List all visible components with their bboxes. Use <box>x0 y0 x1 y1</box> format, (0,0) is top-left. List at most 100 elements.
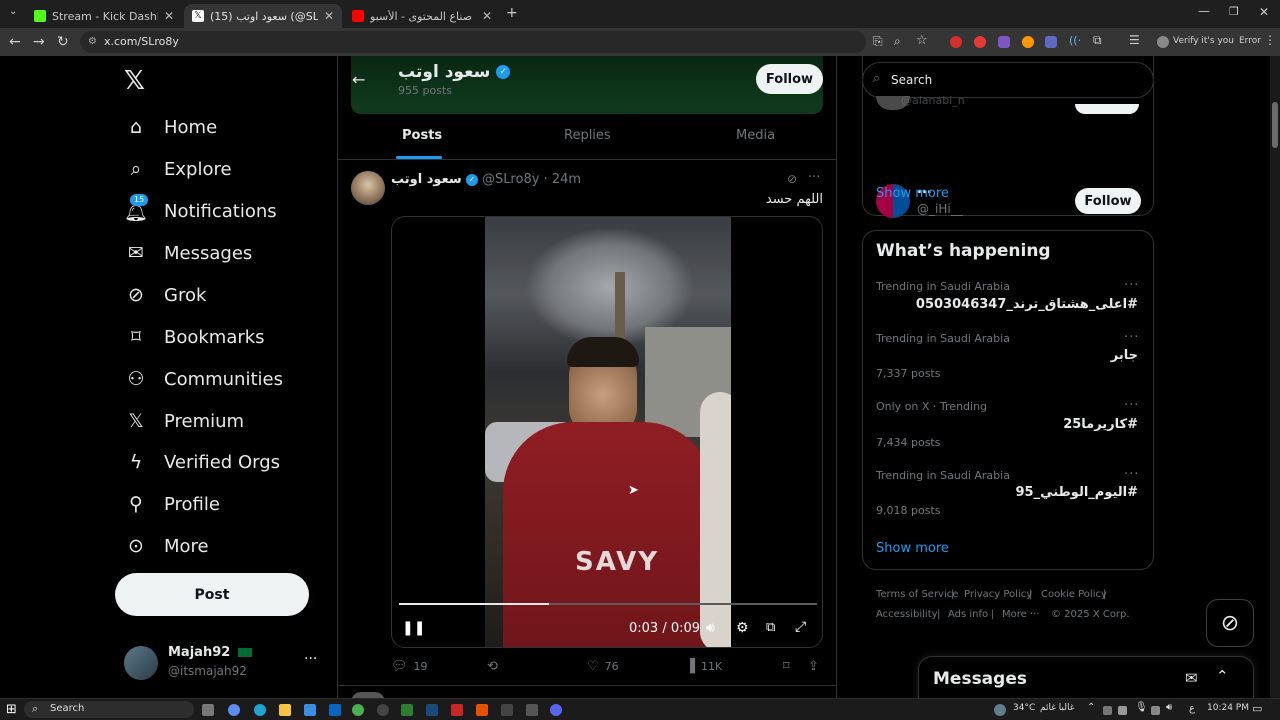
trend-more-icon[interactable]: ··· <box>1124 467 1139 482</box>
app-icon[interactable] <box>526 704 538 716</box>
close-tab-icon[interactable]: ✕ <box>324 9 334 23</box>
trend-title[interactable]: #كاريرما25 <box>1063 417 1138 432</box>
extension-red-icon[interactable] <box>950 36 962 48</box>
extension-fox-icon[interactable] <box>1022 36 1034 48</box>
repost-button[interactable]: ⟲ <box>487 659 504 674</box>
windows-start-icon[interactable]: ⊞ <box>6 702 17 717</box>
extensions-puzzle-icon[interactable]: ⧉ <box>1093 33 1102 48</box>
fullscreen-icon[interactable]: ⤢ <box>795 619 806 635</box>
views-button[interactable]: ▐ 11K <box>685 659 722 674</box>
tray-chevron-icon[interactable]: ⌃ <box>1087 702 1095 713</box>
footer-privacy-link[interactable]: Privacy Policy <box>964 589 1032 600</box>
messages-drawer[interactable]: Messages ✉ ⌃ <box>918 656 1254 698</box>
like-button[interactable]: ♡ 76 <box>587 659 619 674</box>
extension-s-icon[interactable] <box>974 36 986 48</box>
sidebar-item-explore[interactable]: ⌕ Explore <box>124 151 232 187</box>
expand-drawer-icon[interactable]: ⌃ <box>1216 667 1229 685</box>
back-icon[interactable]: ← <box>9 34 21 50</box>
tweet[interactable]: سعود اوتب ✓ @SLro8y · 24m ⊘ ··· اللهم حس… <box>338 161 836 686</box>
reply-button[interactable]: 💬︎ 19 <box>391 659 428 674</box>
account-switcher[interactable]: Majah92 @itsmajah92 ··· <box>124 643 324 683</box>
extension-f-icon[interactable] <box>1045 36 1057 48</box>
tweet-time[interactable]: · 24m <box>544 172 581 187</box>
tray-app-icon[interactable] <box>1103 706 1112 715</box>
sidebar-item-bookmarks[interactable]: ⌑ Bookmarks <box>124 319 264 355</box>
language-indicator[interactable]: ع <box>1189 703 1195 714</box>
site-info-icon[interactable]: ⚙ <box>88 31 97 53</box>
error-label[interactable]: Error <box>1239 36 1261 46</box>
trend-title[interactable]: جابر <box>1111 348 1138 363</box>
pause-icon[interactable]: ❚❚ <box>402 620 425 636</box>
chrome-icon[interactable] <box>352 704 364 716</box>
whats-happening-show-more[interactable]: Show more <box>876 541 949 556</box>
profile-avatar-icon[interactable] <box>1157 36 1169 48</box>
cast-icon[interactable]: ⎘ <box>873 34 883 49</box>
tab-kick-dashboard[interactable]: Stream - Kick Dashboard ✕ <box>26 4 182 28</box>
trend-more-icon[interactable]: ··· <box>1124 278 1139 293</box>
sidebar-item-grok[interactable]: ⊘ Grok <box>124 277 206 313</box>
edge-icon[interactable] <box>254 704 266 716</box>
outlook-icon[interactable] <box>329 704 341 716</box>
post-button[interactable]: Post <box>115 573 309 616</box>
sidebar-item-verified-orgs[interactable]: ϟ Verified Orgs <box>124 444 280 480</box>
trend-more-icon[interactable]: ··· <box>1124 398 1139 413</box>
reload-icon[interactable]: ↻ <box>57 34 69 50</box>
tab-youtube[interactable]: دوري صناع المحتوى - الأسبو ✕ <box>344 4 500 28</box>
sidebar-item-more[interactable]: ⊙ More <box>124 528 209 564</box>
tab-posts[interactable]: Posts <box>402 128 442 143</box>
new-tab-icon[interactable]: + <box>506 5 518 21</box>
restore-icon[interactable]: ❐ <box>1229 5 1239 18</box>
follow-button[interactable]: Follow <box>756 64 823 94</box>
tweet-avatar[interactable] <box>351 171 385 205</box>
new-message-icon[interactable]: ✉ <box>1185 669 1198 687</box>
back-arrow-icon[interactable]: ← <box>352 70 365 89</box>
footer-cookie-link[interactable]: Cookie Policy <box>1041 589 1107 600</box>
x-logo-icon[interactable]: 𝕏 <box>124 66 145 96</box>
file-explorer-icon[interactable] <box>279 704 291 716</box>
sidebar-item-premium[interactable]: 𝕏 Premium <box>124 403 244 439</box>
verify-label[interactable]: Verify it's you <box>1173 36 1234 46</box>
who-to-follow-show-more[interactable]: Show more <box>876 186 949 201</box>
app-icon[interactable] <box>401 704 413 716</box>
notification-center-icon[interactable]: ▭ <box>1252 702 1262 715</box>
scrollbar-track[interactable] <box>1270 56 1280 698</box>
minimize-icon[interactable]: — <box>1198 4 1210 18</box>
obs-icon[interactable] <box>377 704 389 716</box>
store-icon[interactable] <box>304 704 316 716</box>
footer-terms-link[interactable]: Terms of Service <box>876 589 958 600</box>
footer-more-link[interactable]: More ··· <box>1002 609 1040 620</box>
app-red-icon[interactable] <box>451 704 463 716</box>
zoom-icon[interactable]: ⌕ <box>894 34 901 49</box>
trend-more-icon[interactable]: ··· <box>1124 330 1139 345</box>
taskbar-search[interactable]: ⌕ Search <box>24 701 194 718</box>
footer-accessibility-link[interactable]: Accessibility <box>876 609 938 620</box>
sidebar-item-messages[interactable]: ✉ Messages <box>124 235 252 271</box>
steam-icon[interactable] <box>426 704 438 716</box>
address-bar[interactable]: ⚙ x.com/SLro8y <box>80 31 866 53</box>
copilot-icon[interactable] <box>228 704 240 716</box>
footer-ads-link[interactable]: Ads info <box>948 609 988 620</box>
tweet-author-name[interactable]: سعود اوتب <box>391 172 462 187</box>
app-orange-icon[interactable] <box>476 704 488 716</box>
sidebar-item-notifications[interactable]: 🔔︎ 15 Notifications <box>124 193 277 229</box>
close-window-icon[interactable]: ✕ <box>1259 5 1269 19</box>
forward-icon[interactable]: → <box>33 34 45 50</box>
scrollbar-thumb[interactable] <box>1272 102 1278 148</box>
tab-list-chevron-icon[interactable]: ⌄ <box>9 6 17 17</box>
weather-icon[interactable] <box>994 704 1006 716</box>
weather-desc[interactable]: غالبا غائم <box>1040 703 1074 713</box>
browser-menu-icon[interactable]: ⋮ <box>1264 33 1276 47</box>
volume-icon[interactable]: 🔊︎ <box>706 620 715 636</box>
app-icon[interactable] <box>501 704 513 716</box>
close-tab-icon[interactable]: ✕ <box>164 9 174 23</box>
tab-media[interactable]: Media <box>736 128 775 143</box>
tweet-handle[interactable]: @SLro8y <box>482 172 539 187</box>
close-tab-icon[interactable]: ✕ <box>482 9 492 23</box>
tray-app-icon[interactable] <box>1151 706 1160 715</box>
trend-title[interactable]: #اليوم_الوطني_95 <box>1016 485 1139 500</box>
suggested-follow-button[interactable]: Follow <box>1075 188 1141 214</box>
bookmark-star-icon[interactable]: ☆ <box>916 33 928 48</box>
clock[interactable]: 10:24 PM <box>1207 703 1249 713</box>
grok-explain-icon[interactable]: ⊘ <box>787 172 797 186</box>
extension-shield-icon[interactable] <box>998 36 1010 48</box>
